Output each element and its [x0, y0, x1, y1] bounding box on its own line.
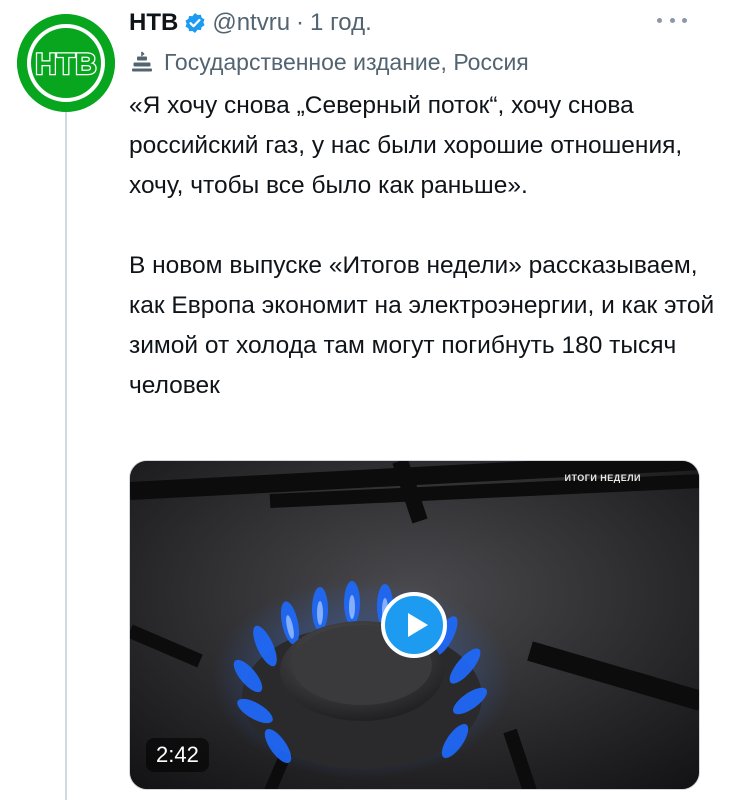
tweet-body: «Я хочу снова „Северный поток“, хочу сно…	[129, 86, 719, 406]
more-options-icon[interactable]	[657, 10, 687, 30]
separator-dot: ·	[296, 9, 305, 36]
avatar[interactable]: НТВ НТВ	[17, 14, 115, 112]
svg-text:НТВ: НТВ	[35, 48, 97, 81]
tweet-timestamp[interactable]: 1 год.	[310, 9, 372, 37]
video-duration: 2:42	[146, 738, 209, 772]
state-media-label[interactable]: Государственное издание, Россия	[130, 46, 529, 78]
play-button[interactable]	[381, 592, 447, 658]
tweet-paragraph: «Я хочу снова „Северный поток“, хочу сно…	[129, 92, 683, 199]
play-icon	[407, 613, 428, 637]
author-handle[interactable]: @ntvru	[212, 9, 290, 37]
verified-badge-icon	[184, 12, 206, 34]
tweet-paragraph: В новом выпуске «Итогов недели» рассказы…	[129, 252, 715, 399]
tweet-header: НТВ @ntvru · 1 год.	[129, 6, 372, 40]
ntv-logo-icon: НТВ НТВ	[17, 14, 115, 112]
thread-line	[65, 110, 67, 800]
state-media-icon	[130, 50, 154, 74]
state-media-label-text: Государственное издание, Россия	[164, 48, 529, 75]
author-name[interactable]: НТВ	[129, 9, 178, 37]
show-watermark: ИТОГИ НЕДЕЛИ	[564, 473, 641, 483]
video-player[interactable]: ИТОГИ НЕДЕЛИ 2:42	[129, 460, 700, 790]
